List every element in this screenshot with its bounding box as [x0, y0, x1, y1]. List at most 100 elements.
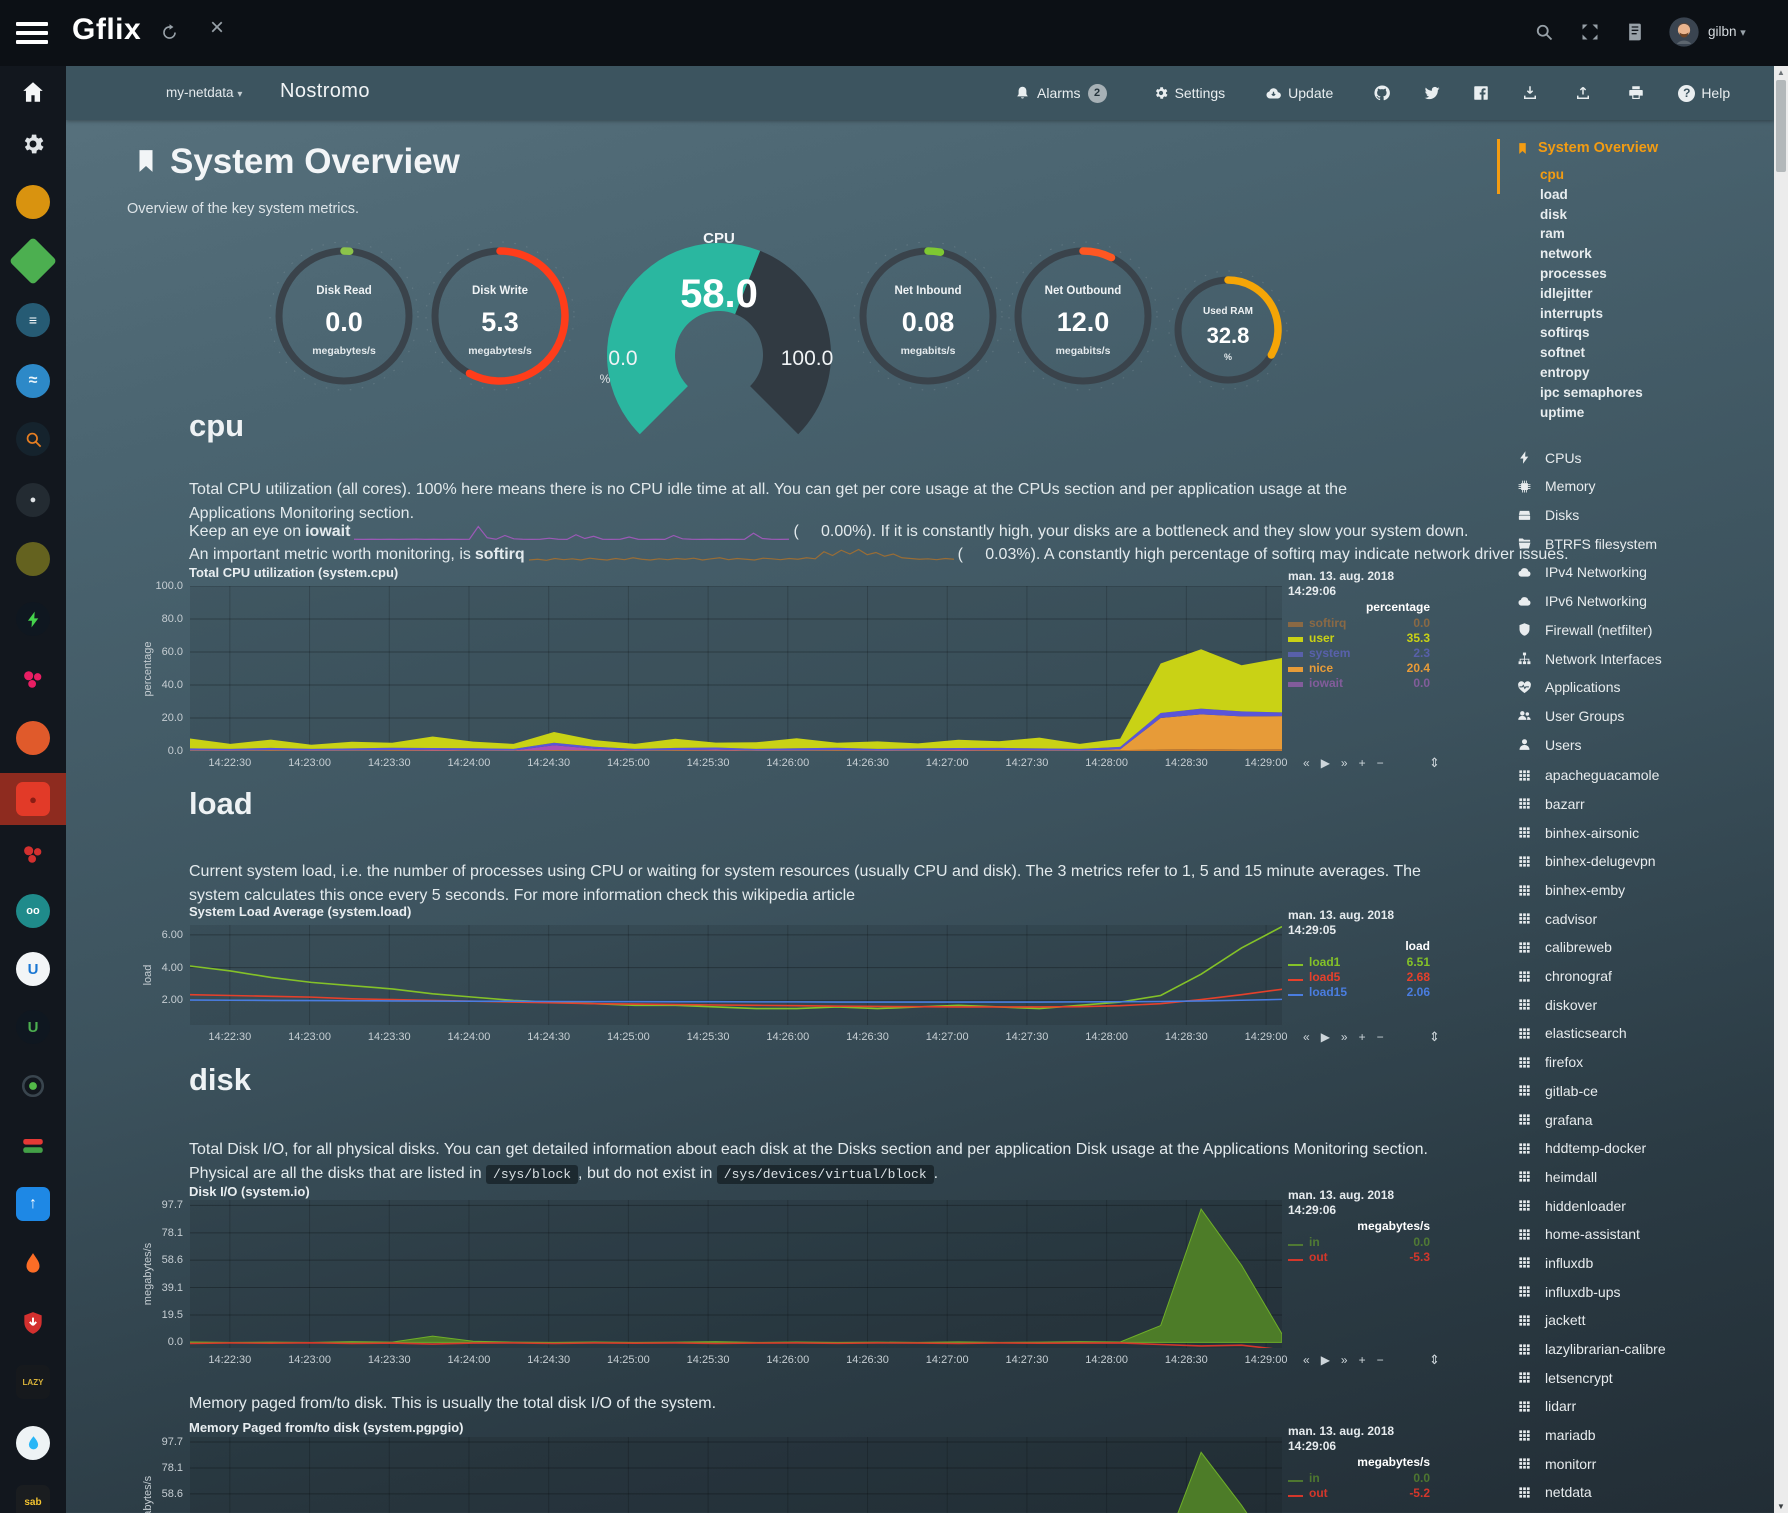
- sidebar-item-app-portainer[interactable]: ↑: [0, 1178, 66, 1230]
- sidebar-section-applications[interactable]: Applications: [1516, 673, 1769, 702]
- toolbox-pan-right-icon[interactable]: »: [1341, 756, 1348, 770]
- sidebar-app-lidarr[interactable]: lidarr: [1516, 1392, 1769, 1421]
- server-dropdown[interactable]: my-netdata ▾: [166, 85, 242, 100]
- sidebar-item-app-monitorr[interactable]: [0, 1120, 66, 1172]
- scrollbar[interactable]: ▲ ▼: [1774, 66, 1788, 1513]
- chart-plot[interactable]: [190, 586, 1282, 751]
- sidebar-item-app-flowers[interactable]: [0, 828, 66, 880]
- legend-item-out[interactable]: out-5.3: [1288, 1249, 1430, 1264]
- sidebar-item-app-jackett[interactable]: [0, 413, 66, 465]
- legend-item-softirq[interactable]: softirq0.0: [1288, 615, 1430, 630]
- user-menu[interactable]: gilbn ▾: [1708, 24, 1746, 39]
- sidebar-section-network-interfaces[interactable]: Network Interfaces: [1516, 644, 1769, 673]
- sidebar-app-heimdall[interactable]: heimdall: [1516, 1163, 1769, 1192]
- toolbox-play-icon[interactable]: ▶: [1321, 756, 1330, 770]
- sidebar-item-app-graph[interactable]: [0, 653, 66, 705]
- download-icon[interactable]: [1521, 84, 1539, 102]
- sidebar-app-hddtemp-docker[interactable]: hddtemp-docker: [1516, 1134, 1769, 1163]
- sidebar-link-entropy[interactable]: entropy: [1540, 363, 1769, 383]
- sidebar-link-softirqs[interactable]: softirqs: [1540, 323, 1769, 343]
- sidebar-link-uptime[interactable]: uptime: [1540, 403, 1769, 423]
- facebook-icon[interactable]: [1472, 84, 1490, 102]
- sidebar-item-app-lazylibrarian[interactable]: LAZY: [0, 1356, 66, 1408]
- chart-plot[interactable]: [190, 1437, 1282, 1513]
- sidebar-app-monitorr[interactable]: monitorr: [1516, 1449, 1769, 1478]
- legend-item-system[interactable]: system2.3: [1288, 645, 1430, 660]
- sidebar-item-app-library[interactable]: ≡: [0, 294, 66, 346]
- menu-icon[interactable]: [16, 22, 48, 44]
- sidebar-link-disk[interactable]: disk: [1540, 205, 1769, 225]
- update-button[interactable]: Update: [1265, 85, 1333, 102]
- toolbox-play-icon[interactable]: ▶: [1321, 1353, 1330, 1367]
- chart-plot[interactable]: [190, 925, 1282, 1025]
- toolbox-zoom-in-icon[interactable]: +: [1359, 1353, 1366, 1367]
- sidebar-item-settings[interactable]: [0, 118, 66, 170]
- chart-resize-handle[interactable]: ⇕: [1429, 1352, 1440, 1368]
- toolbox-pan-right-icon[interactable]: »: [1341, 1353, 1348, 1367]
- alarms-button[interactable]: Alarms2: [1014, 84, 1107, 103]
- sidebar-app-chronograf[interactable]: chronograf: [1516, 962, 1769, 991]
- sidebar-item-app-active[interactable]: ●: [0, 773, 66, 825]
- sidebar-item-app-plex[interactable]: [0, 176, 66, 228]
- print-icon[interactable]: [1627, 84, 1645, 102]
- search-icon[interactable]: [1534, 22, 1554, 42]
- twitter-icon[interactable]: [1423, 84, 1441, 102]
- legend-item-out[interactable]: out-5.2: [1288, 1485, 1430, 1500]
- sidebar-item-app-green-u[interactable]: U: [0, 1001, 66, 1053]
- sidebar-item-app-olive[interactable]: [0, 533, 66, 585]
- fullscreen-icon[interactable]: [1580, 22, 1600, 42]
- sidebar-app-binhex-airsonic[interactable]: binhex-airsonic: [1516, 818, 1769, 847]
- sidebar-link-load[interactable]: load: [1540, 185, 1769, 205]
- sidebar-app-letsencrypt[interactable]: letsencrypt: [1516, 1363, 1769, 1392]
- chart-resize-handle[interactable]: ⇕: [1429, 1029, 1440, 1045]
- toolbox-pan-left-icon[interactable]: «: [1303, 1353, 1310, 1367]
- sidebar-app-mariadb[interactable]: mariadb: [1516, 1421, 1769, 1450]
- toolbox-zoom-out-icon[interactable]: −: [1377, 1030, 1384, 1044]
- sidebar-item-app-teal[interactable]: oo: [0, 885, 66, 937]
- sidebar-app-elasticsearch[interactable]: elasticsearch: [1516, 1019, 1769, 1048]
- toolbox-zoom-in-icon[interactable]: +: [1359, 756, 1366, 770]
- changelog-icon[interactable]: [1625, 22, 1645, 42]
- toolbox-play-icon[interactable]: ▶: [1321, 1030, 1330, 1044]
- sidebar-item-app-tautulli[interactable]: [0, 1060, 66, 1112]
- sidebar-app-cadvisor[interactable]: cadvisor: [1516, 904, 1769, 933]
- toolbox-pan-left-icon[interactable]: «: [1303, 1030, 1310, 1044]
- sidebar-app-binhex-emby[interactable]: binhex-emby: [1516, 876, 1769, 905]
- sidebar-link-interrupts[interactable]: interrupts: [1540, 304, 1769, 324]
- sidebar-item-app-unifi[interactable]: U: [0, 943, 66, 995]
- sidebar-section-disks[interactable]: Disks: [1516, 501, 1769, 530]
- sidebar-app-apacheguacamole[interactable]: apacheguacamole: [1516, 761, 1769, 790]
- sidebar-app-binhex-delugevpn[interactable]: binhex-delugevpn: [1516, 847, 1769, 876]
- scroll-up-icon[interactable]: ▲: [1774, 68, 1788, 77]
- github-icon[interactable]: [1373, 84, 1391, 102]
- toolbox-pan-right-icon[interactable]: »: [1341, 1030, 1348, 1044]
- legend-item-load15[interactable]: load152.06: [1288, 984, 1430, 999]
- sidebar-link-idlejitter[interactable]: idlejitter: [1540, 284, 1769, 304]
- sidebar-item-app-radarr[interactable]: ●: [0, 474, 66, 526]
- close-icon[interactable]: ×: [210, 16, 224, 40]
- legend-item-user[interactable]: user35.3: [1288, 630, 1430, 645]
- help-button[interactable]: ?Help: [1678, 85, 1730, 102]
- legend-item-in[interactable]: in0.0: [1288, 1234, 1430, 1249]
- legend-item-nice[interactable]: nice20.4: [1288, 660, 1430, 675]
- legend-item-iowait[interactable]: iowait0.0: [1288, 675, 1430, 690]
- scroll-down-icon[interactable]: ▼: [1774, 1502, 1788, 1511]
- sidebar-item-home[interactable]: [0, 66, 66, 118]
- sidebar-system-overview[interactable]: System Overview: [1516, 140, 1769, 156]
- app-title[interactable]: Gflix: [72, 13, 141, 47]
- hostname[interactable]: Nostromo: [280, 80, 370, 103]
- sidebar-app-diskover[interactable]: diskover: [1516, 990, 1769, 1019]
- sidebar-app-hiddenloader[interactable]: hiddenloader: [1516, 1191, 1769, 1220]
- sidebar-link-ipc-semaphores[interactable]: ipc semaphores: [1540, 383, 1769, 403]
- toolbox-pan-left-icon[interactable]: «: [1303, 756, 1310, 770]
- legend-item-load5[interactable]: load52.68: [1288, 969, 1430, 984]
- refresh-icon[interactable]: [160, 23, 179, 42]
- sidebar-app-home-assistant[interactable]: home-assistant: [1516, 1220, 1769, 1249]
- sidebar-item-app-orange[interactable]: [0, 712, 66, 764]
- sidebar-item-app-red-shield[interactable]: [0, 1297, 66, 1349]
- sidebar-item-app-gitlab[interactable]: [0, 1238, 66, 1290]
- sidebar-app-netdata[interactable]: netdata: [1516, 1478, 1769, 1507]
- sidebar-link-processes[interactable]: processes: [1540, 264, 1769, 284]
- sidebar-item-app-airsonic[interactable]: ≈: [0, 355, 66, 407]
- scrollbar-thumb[interactable]: [1776, 80, 1786, 172]
